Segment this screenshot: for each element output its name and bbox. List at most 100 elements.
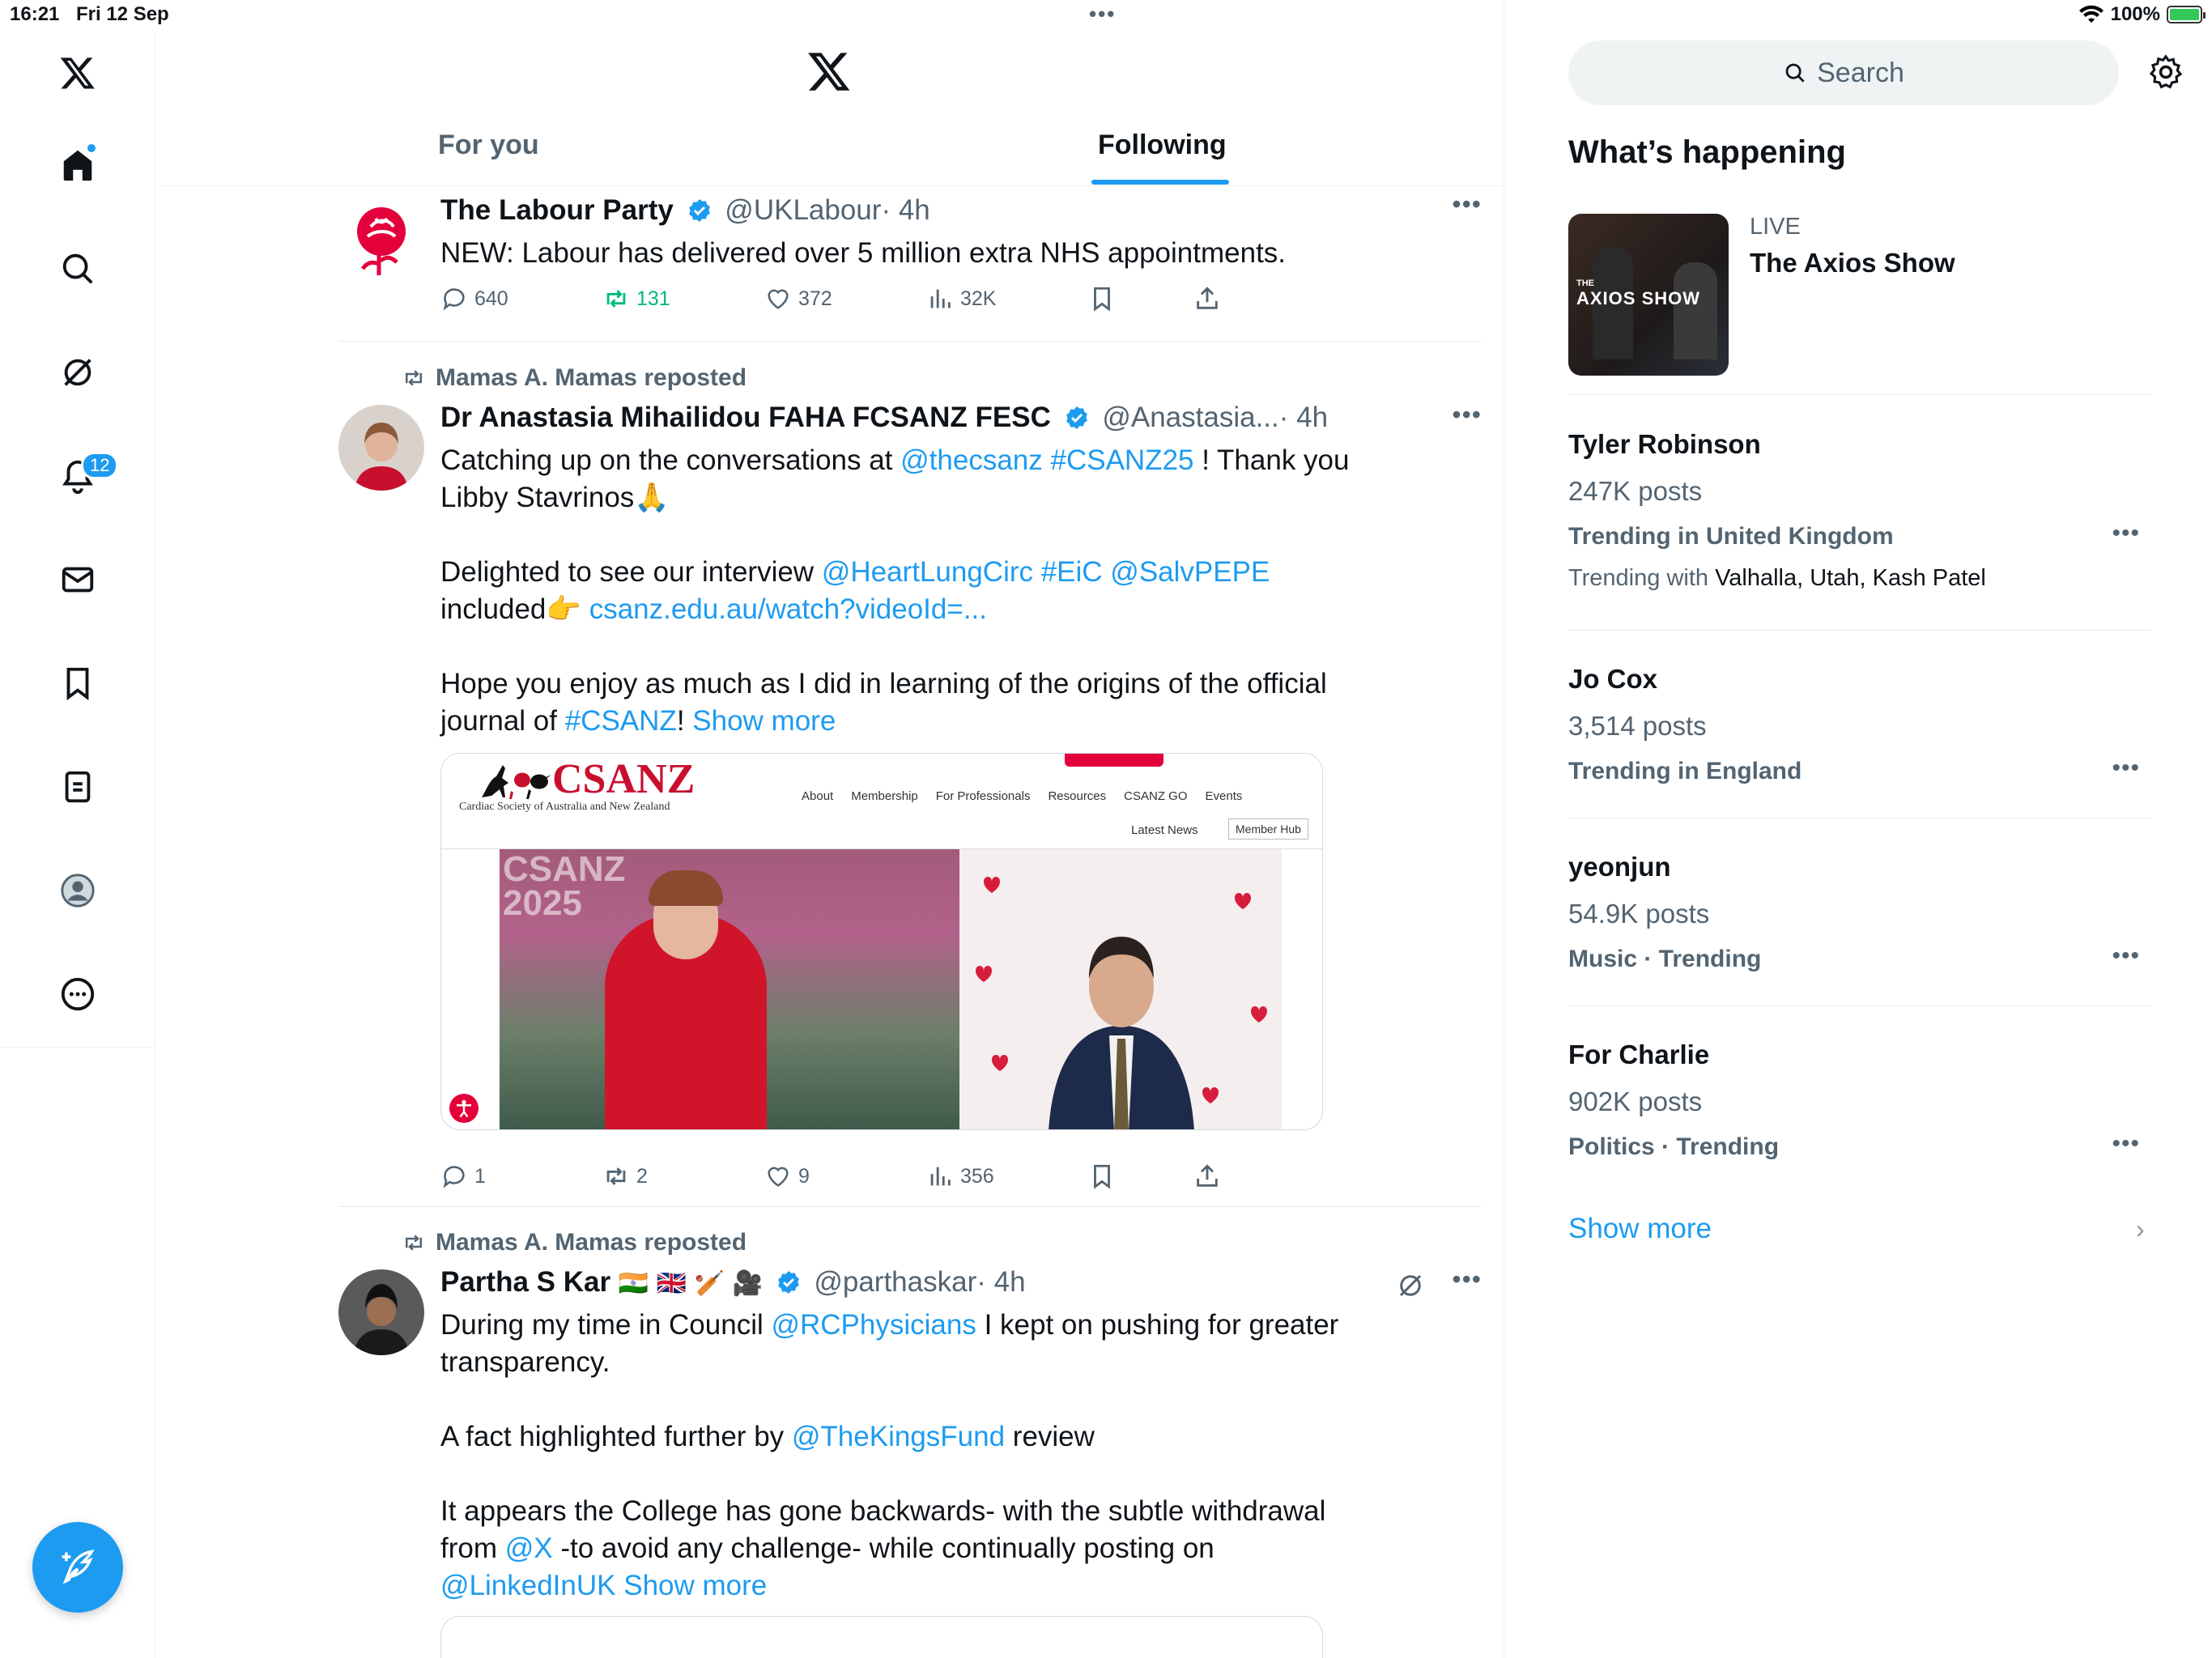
multitasking-dots[interactable]: ••• [1089,2,1116,27]
mention-link[interactable]: @HeartLungCirc #EiC @SalvPEPE [822,556,1270,588]
nav-messages[interactable] [45,547,110,612]
trend-context: Trending in United Kingdom [1568,523,1894,550]
nav-grok[interactable] [45,340,110,405]
bookmark-icon [1094,287,1110,312]
trend-more-button[interactable]: ••• [2112,1130,2140,1158]
views-button[interactable]: 356 [926,1163,994,1190]
trend-context: Music · Trending [1568,946,1762,972]
nav-bookmarks[interactable] [45,651,110,716]
mention-link[interactable]: @X [505,1533,553,1564]
show-more-link[interactable]: Show more [623,1570,767,1601]
tab-for-you[interactable]: For you [438,130,539,161]
share-button[interactable] [1193,1163,1221,1190]
tab-following[interactable]: Following [1098,130,1227,161]
nav-notifications[interactable]: 12 [45,444,119,508]
live-event[interactable]: THE AXIOS SHOW LIVE The Axios Show [1568,214,2151,392]
share-button[interactable] [1193,285,1221,312]
views-bar-icon [930,289,951,308]
media-red-button [1065,754,1163,767]
post-labour[interactable]: The Labour Party @UKLabour· 4h ••• NEW: … [338,189,1482,340]
author-handle[interactable]: @Anastasia... [1102,402,1278,433]
author-name[interactable]: Dr Anastasia Mihailidou FAHA FCSANZ FESC [440,402,1051,433]
trend-more-button[interactable]: ••• [2112,520,2140,547]
gear-icon[interactable] [2147,53,2184,91]
nav-profile[interactable] [45,858,110,923]
trend-item[interactable]: Jo Cox 3,514 posts Trending in England •… [1568,659,2151,805]
trend-item[interactable]: Tyler Robinson 247K posts Trending in Un… [1568,424,2151,610]
search-placeholder: Search [1817,57,1904,88]
author-handle[interactable]: @parthaskar [814,1266,976,1298]
text-segment: Delighted to see our interview [440,556,822,588]
reply-icon [443,1166,465,1188]
thumb-person-right [1674,262,1717,359]
post-more-button[interactable]: ••• [1452,189,1482,219]
author-handle[interactable]: @UKLabour [725,194,881,226]
trend-more-button[interactable]: ••• [2112,755,2140,782]
post-more-button[interactable]: ••• [1452,1265,1482,1295]
trend-item[interactable]: yeonjun 54.9K posts Music · Trending ••• [1568,847,2151,993]
grok-icon[interactable] [1396,1271,1425,1300]
media-site-header: CSANZ Cardiac Society of Australia and N… [441,754,1322,849]
media-backdrop-text: CSANZ 2025 [503,849,626,923]
repost-by[interactable]: Mamas A. Mamas reposted [436,1229,747,1256]
media-menu-item: Membership [851,789,918,803]
post-divider [338,341,1482,342]
reply-button[interactable]: 1 [440,1163,486,1190]
post-anastasia[interactable]: Mamas A. Mamas reposted Dr Anastasia Mih… [338,364,1482,1198]
compose-button[interactable] [32,1522,123,1613]
mention-link[interactable]: @thecsanz #CSANZ25 [900,444,1193,476]
author-name[interactable]: The Labour Party [440,194,674,226]
repost-count: 131 [636,287,670,310]
mention-link[interactable]: @LinkedInUK [440,1570,615,1601]
bookmark-button[interactable] [1088,285,1116,312]
post-card-preview[interactable] [440,1616,1323,1658]
repost-button[interactable]: 131 [602,285,670,312]
avatar-partha[interactable] [338,1269,424,1355]
verified-badge-icon [688,199,710,222]
live-event-thumbnail: THE AXIOS SHOW [1568,214,1729,376]
hashtag-link[interactable]: #CSANZ [565,705,677,737]
like-count: 9 [798,1164,810,1188]
nav-more[interactable] [45,962,110,1027]
bookmark-button[interactable] [1088,1163,1116,1190]
trends-show-more-link[interactable]: Show more [1568,1213,1712,1245]
trend-more-button[interactable]: ••• [2112,942,2140,970]
post-time: · 4h [1278,402,1329,433]
search-input[interactable]: Search [1568,40,2119,105]
trend-posts: 902K posts [1568,1086,1703,1116]
trend-with-terms[interactable]: Valhalla, Utah, Kash Patel [1715,565,1986,591]
nav-explore[interactable] [45,236,110,301]
avatar-anastasia[interactable] [338,405,424,491]
x-logo-button[interactable] [45,40,110,105]
chevron-right-icon: › [2136,1214,2145,1244]
post-text: During my time in Council @RCPhysicians … [440,1307,1363,1605]
post-more-button[interactable]: ••• [1452,400,1482,430]
post-time: · 4h [976,1266,1026,1298]
post-media-image[interactable]: CSANZ Cardiac Society of Australia and N… [440,753,1323,1130]
accessibility-icon [449,1094,479,1123]
avatar-photo-icon [338,405,424,491]
mention-link[interactable]: @RCPhysicians [771,1309,976,1341]
trend-with: Trending with Valhalla, Utah, Kash Patel [1568,565,1986,592]
reply-button[interactable]: 640 [440,285,508,312]
grok-icon [64,359,91,386]
mention-link[interactable]: @TheKingsFund [792,1421,1005,1452]
post-partha[interactable]: Mamas A. Mamas reposted Partha S Kar 🇮🇳 … [338,1229,1482,1658]
repost-by[interactable]: Mamas A. Mamas reposted [436,364,747,391]
nav-home[interactable] [45,133,110,198]
media-heart-pattern [976,877,1267,1129]
like-button[interactable]: 9 [764,1163,810,1190]
nav-lists[interactable] [45,755,110,819]
repost-icon [406,1235,422,1251]
author-name[interactable]: Partha S Kar [440,1266,610,1298]
show-more-link[interactable]: Show more [692,705,836,737]
url-link[interactable]: csanz.edu.au/watch?videoId=... [589,593,987,625]
more-circle-icon [61,977,95,1011]
media-menu-item: Events [1205,789,1243,803]
views-button[interactable]: 32K [926,285,996,312]
repost-button[interactable]: 2 [602,1163,648,1190]
avatar-photo-icon [338,1269,424,1355]
trend-item[interactable]: For Charlie 902K posts Politics · Trendi… [1568,1035,2151,1180]
avatar-labour[interactable] [338,194,424,280]
like-button[interactable]: 372 [764,285,832,312]
